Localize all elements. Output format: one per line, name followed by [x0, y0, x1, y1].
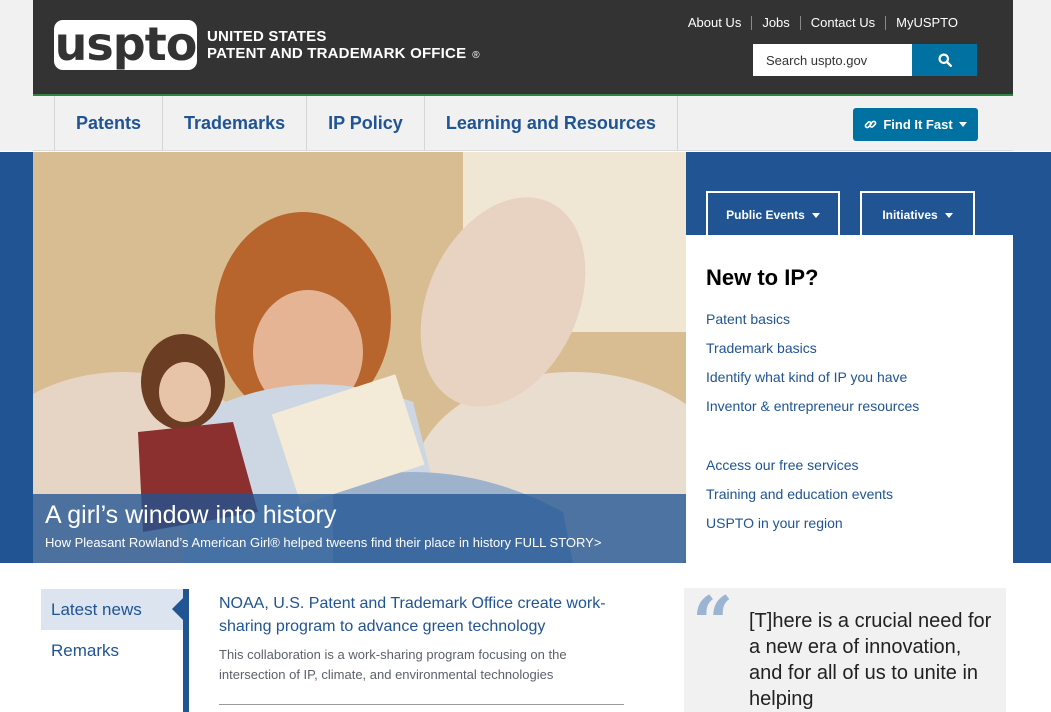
training-events-link[interactable]: Training and education events: [706, 480, 993, 509]
tab-initiatives-label: Initiatives: [882, 208, 938, 222]
patent-basics-link[interactable]: Patent basics: [706, 305, 993, 334]
office-name-line2: PATENT AND TRADEMARK OFFICE ®: [207, 45, 480, 62]
link-group-spacer: [706, 421, 993, 451]
free-services-link[interactable]: Access our free services: [706, 451, 993, 480]
news-divider: [219, 704, 624, 705]
tab-initiatives[interactable]: Initiatives: [860, 191, 975, 237]
trademark-basics-link[interactable]: Trademark basics: [706, 334, 993, 363]
search-input[interactable]: [753, 44, 912, 76]
nav-item-patents[interactable]: Patents: [55, 96, 164, 151]
news-tabs: Latest news Remarks: [41, 589, 187, 671]
quote-text: [T]here is a crucial need for a new era …: [749, 610, 992, 710]
office-name: UNITED STATES PATENT AND TRADEMARK OFFIC…: [207, 28, 480, 64]
caret-down-icon: [958, 122, 967, 127]
hero-image[interactable]: A girl’s window into history How Pleasan…: [33, 152, 686, 563]
nav-item-ip-policy[interactable]: IP Policy: [307, 96, 425, 151]
caret-down-icon: [944, 212, 953, 218]
nav-item-learning-resources[interactable]: Learning and Resources: [425, 96, 678, 151]
myuspto-link[interactable]: MyUSPTO: [885, 16, 968, 30]
main-nav: Patents Trademarks IP Policy Learning an…: [33, 96, 1013, 151]
news-item: NOAA, U.S. Patent and Trademark Office c…: [219, 592, 629, 685]
hero-title[interactable]: A girl’s window into history: [45, 498, 674, 532]
tab-remarks[interactable]: Remarks: [41, 630, 187, 671]
hero-caption: A girl’s window into history How Pleasan…: [33, 494, 686, 563]
site-header: uspto UNITED STATES PATENT AND TRADEMARK…: [33, 0, 1013, 94]
uspto-logo[interactable]: uspto: [54, 20, 197, 70]
page-gutter-left: [0, 0, 33, 151]
tab-public-events[interactable]: Public Events: [706, 191, 840, 237]
contact-us-link[interactable]: Contact Us: [799, 16, 885, 30]
news-item-description: This collaboration is a work-sharing pro…: [219, 647, 567, 682]
panel-heading: New to IP?: [706, 265, 819, 290]
tab-latest-news[interactable]: Latest news: [41, 589, 187, 630]
link-icon: [864, 120, 877, 129]
registered-mark: ®: [472, 50, 480, 61]
find-it-fast-label: Find It Fast: [883, 117, 953, 132]
tab-public-events-label: Public Events: [726, 208, 805, 222]
search-icon: [938, 53, 952, 67]
identify-ip-link[interactable]: Identify what kind of IP you have: [706, 363, 993, 392]
news-item-title[interactable]: NOAA, U.S. Patent and Trademark Office c…: [219, 592, 629, 638]
about-us-link[interactable]: About Us: [678, 16, 751, 30]
uspto-region-link[interactable]: USPTO in your region: [706, 509, 993, 538]
news-tab-rule: [183, 589, 189, 712]
page-gutter-right: [1013, 0, 1051, 151]
quote-block: “ [T]here is a crucial need for a new er…: [684, 580, 1006, 712]
hero-subtitle[interactable]: How Pleasant Rowland’s American Girl® he…: [45, 534, 674, 552]
jobs-link[interactable]: Jobs: [751, 16, 799, 30]
quote-mark-icon: “: [692, 580, 734, 665]
caret-down-icon: [811, 212, 820, 218]
nav-items: Patents Trademarks IP Policy Learning an…: [54, 96, 678, 151]
utility-links: About Us Jobs Contact Us MyUSPTO: [678, 16, 968, 30]
office-name-line1: UNITED STATES: [207, 28, 327, 45]
nav-item-trademarks[interactable]: Trademarks: [163, 96, 308, 151]
search-button[interactable]: [912, 44, 977, 76]
new-to-ip-panel: New to IP? Patent basics Trademark basic…: [686, 235, 1013, 563]
find-it-fast-button[interactable]: Find It Fast: [853, 108, 978, 141]
inventor-resources-link[interactable]: Inventor & entrepreneur resources: [706, 392, 993, 421]
